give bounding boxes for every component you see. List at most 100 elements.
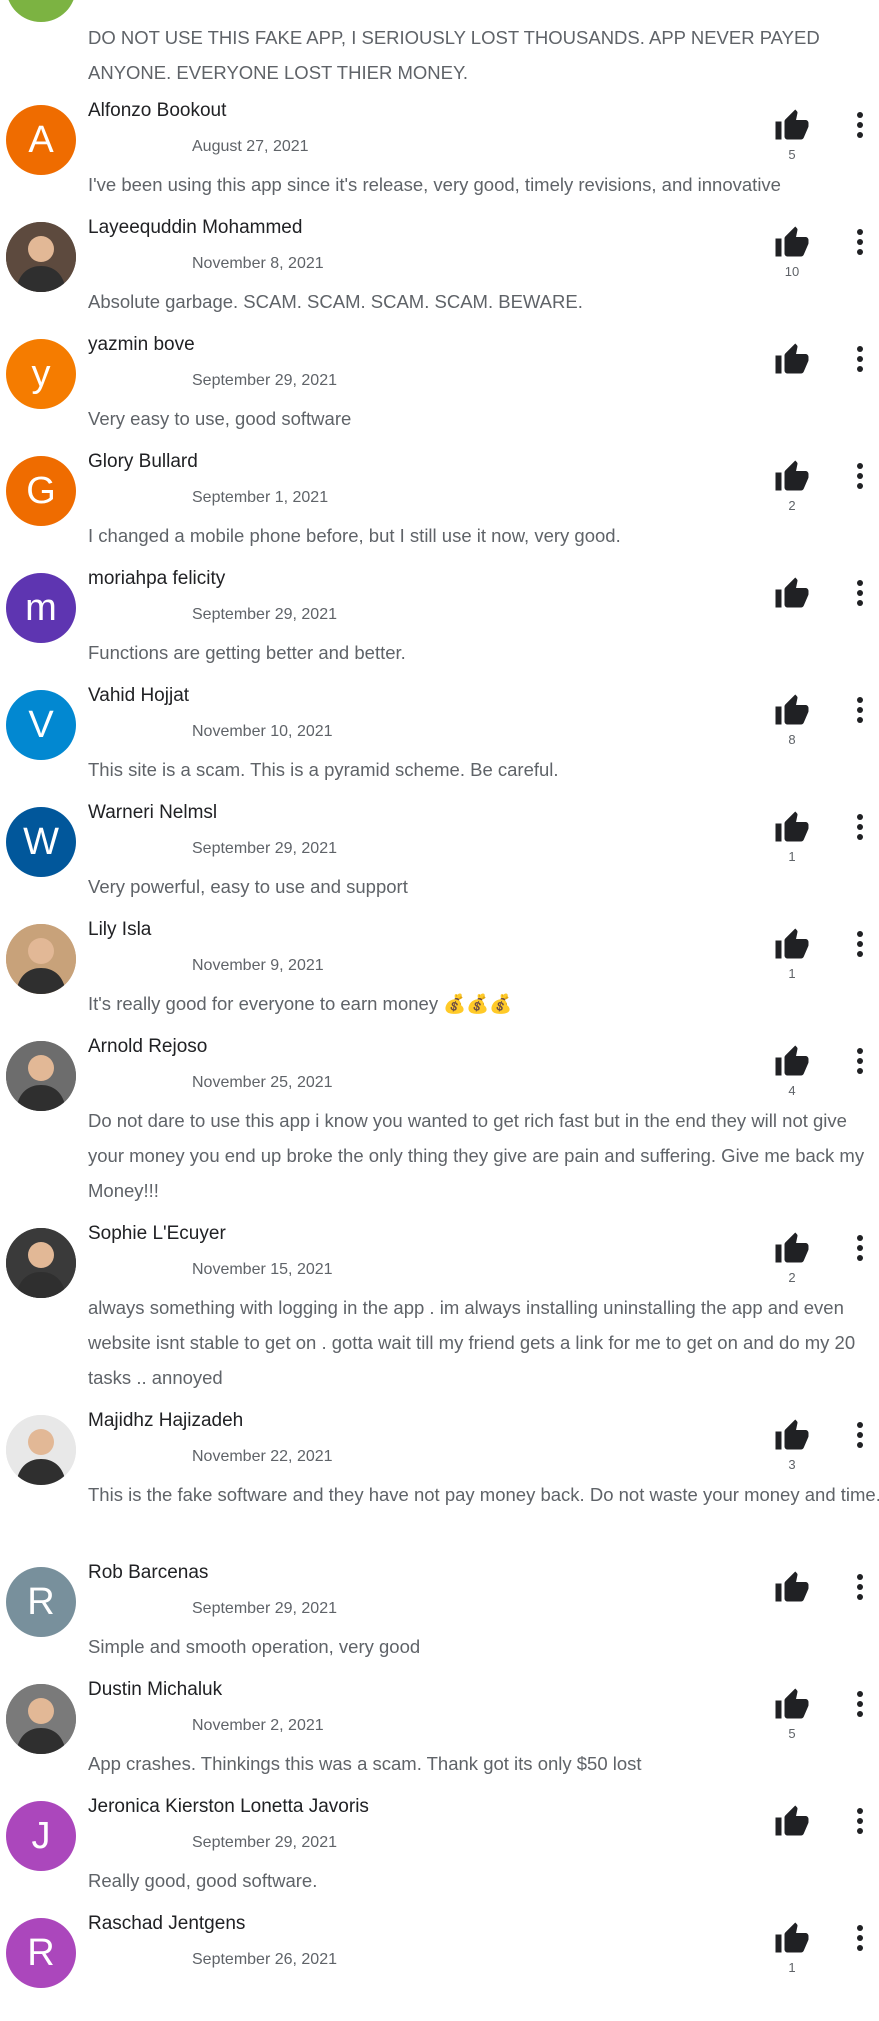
review-date: November 8, 2021 (192, 255, 324, 272)
review-text: Very powerful, easy to use and support (88, 876, 408, 897)
like-button[interactable] (774, 1418, 810, 1454)
review-date: November 9, 2021 (192, 957, 324, 974)
like-count: 4 (788, 1083, 796, 1098)
like-button[interactable] (774, 1687, 810, 1723)
thumbs-up-icon (775, 226, 809, 257)
reviewer-avatar: J (6, 1801, 76, 1871)
more-options-button[interactable] (852, 344, 868, 374)
reviewer-name: Sophie L'Ecuyer (88, 1223, 226, 1244)
thumbs-up-icon (775, 694, 809, 725)
more-options-button[interactable] (852, 1420, 868, 1450)
review-date: September 26, 2021 (192, 1951, 337, 1968)
reviewer-avatar-photo (6, 1228, 76, 1298)
review-item: Layeequddin Mohammed November 8, 2021 10 Ab… (0, 215, 879, 325)
like-count: 1 (788, 849, 796, 864)
more-options-button[interactable] (852, 929, 868, 959)
review-text: always something with logging in the app… (88, 1297, 856, 1388)
reviewer-name: Vahid Hojjat (88, 685, 190, 706)
review-item: m moriahpa felicity September 29, 2021 Func… (0, 566, 879, 676)
reviewer-name: Dustin Michaluk (88, 1679, 223, 1700)
review-item: V Vahid Hojjat November 10, 2021 8 This site… (0, 683, 879, 793)
reviewer-avatar: W (6, 807, 76, 877)
review-date: November 2, 2021 (192, 1717, 324, 1734)
thumbs-up-icon (775, 1045, 809, 1076)
more-vert-icon (857, 1691, 863, 1717)
like-count: 1 (788, 966, 796, 981)
review-date: November 25, 2021 (192, 1074, 333, 1091)
more-vert-icon (857, 229, 863, 255)
review-item: J Jeronica Kierston Lonetta Javoris Septem… (0, 1794, 879, 1904)
review-text: Absolute garbage. SCAM. SCAM. SCAM. SCAM… (88, 291, 583, 312)
review-list: A Alfonzo Bookout August 27, 2021 5 I've bee… (0, 0, 879, 1988)
like-button[interactable] (774, 810, 810, 846)
review-text: Simple and smooth operation, very good (88, 1636, 421, 1657)
like-button[interactable] (774, 459, 810, 495)
more-options-button[interactable] (852, 461, 868, 491)
more-options-button[interactable] (852, 1689, 868, 1719)
reviewer-name: Arnold Rejoso (88, 1036, 208, 1057)
more-vert-icon (857, 580, 863, 606)
more-options-button[interactable] (852, 1806, 868, 1836)
more-options-button[interactable] (852, 812, 868, 842)
more-vert-icon (857, 346, 863, 372)
review-item: Sophie L'Ecuyer November 15, 2021 2 always … (0, 1221, 879, 1388)
like-count: 2 (788, 1270, 796, 1285)
more-vert-icon (857, 112, 863, 138)
more-vert-icon (857, 1235, 863, 1261)
reviewer-avatar-photo (6, 222, 76, 292)
review-item: G Glory Bullard September 1, 2021 2 I change… (0, 449, 879, 559)
like-count: 5 (788, 1726, 796, 1741)
like-button[interactable] (774, 693, 810, 729)
review-item: Arnold Rejoso November 25, 2021 4 Do not da… (0, 1034, 879, 1201)
review-text: This site is a scam. This is a pyramid s… (88, 759, 559, 780)
review-date: August 27, 2021 (192, 138, 309, 155)
more-options-button[interactable] (852, 1572, 868, 1602)
reviewer-name: Majidhz Hajizadeh (88, 1410, 244, 1431)
review-text: App crashes. Thinkings this was a scam. … (88, 1753, 642, 1774)
reviewer-avatar: A (6, 105, 76, 175)
review-date: November 15, 2021 (192, 1261, 333, 1278)
avatar-letter: m (25, 586, 57, 629)
thumbs-up-icon (775, 928, 809, 959)
thumbs-up-icon (775, 109, 809, 140)
like-button[interactable] (774, 1231, 810, 1267)
more-options-button[interactable] (852, 1046, 868, 1076)
avatar-letter: G (26, 469, 56, 512)
avatar-letter: V (28, 703, 54, 746)
more-options-button[interactable] (852, 1233, 868, 1263)
more-vert-icon (857, 697, 863, 723)
review-item: R Raschad Jentgens September 26, 2021 1 (0, 1911, 879, 2021)
reviewer-avatar-photo (6, 1684, 76, 1754)
more-vert-icon (857, 931, 863, 957)
reviewer-avatar: R (6, 1567, 76, 1637)
more-options-button[interactable] (852, 227, 868, 257)
more-options-button[interactable] (852, 695, 868, 725)
review-date: September 29, 2021 (192, 372, 337, 389)
photo-avatar-icon (6, 222, 76, 292)
more-options-button[interactable] (852, 1923, 868, 1953)
review-item: W Warneri Nelmsl September 29, 2021 1 Very p… (0, 800, 879, 910)
avatar-letter: A (28, 118, 54, 161)
review-item: y yazmin bove September 29, 2021 Very easy … (0, 332, 879, 442)
like-count: 2 (788, 498, 796, 513)
like-button[interactable] (774, 927, 810, 963)
like-count: 8 (788, 732, 796, 747)
like-button[interactable] (774, 1044, 810, 1080)
reviewer-name: Glory Bullard (88, 451, 198, 472)
like-button[interactable] (774, 1921, 810, 1957)
more-options-button[interactable] (852, 110, 868, 140)
more-vert-icon (857, 1574, 863, 1600)
avatar-letter: y (31, 352, 51, 395)
like-button[interactable] (774, 576, 810, 612)
like-button[interactable] (774, 1804, 810, 1840)
more-options-button[interactable] (852, 578, 868, 608)
review-text: It's really good for everyone to earn mo… (88, 993, 513, 1014)
like-button[interactable] (774, 108, 810, 144)
thumbs-up-icon (775, 1571, 809, 1602)
like-button[interactable] (774, 225, 810, 261)
reviewer-name: Raschad Jentgens (88, 1913, 246, 1934)
like-button[interactable] (774, 1570, 810, 1606)
like-button[interactable] (774, 342, 810, 378)
more-vert-icon (857, 1925, 863, 1951)
reviewer-name: yazmin bove (88, 334, 195, 355)
